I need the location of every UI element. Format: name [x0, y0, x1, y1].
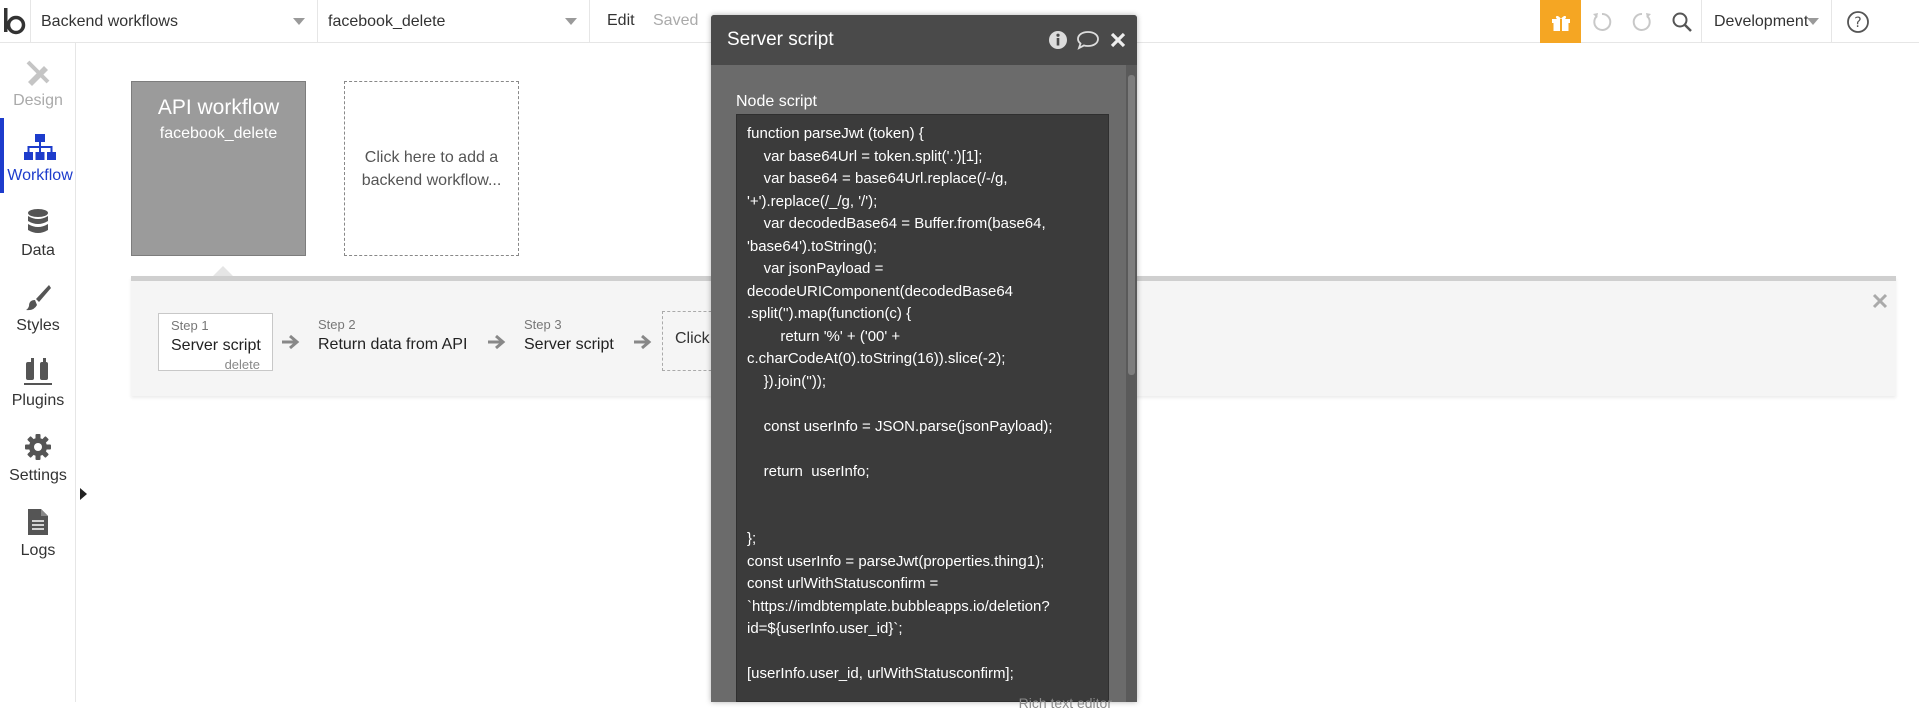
chevron-down-icon [565, 18, 577, 25]
add-backend-workflow[interactable]: Click here to add a backend workflow... [344, 81, 519, 256]
nav-label: Styles [16, 317, 60, 334]
gift-icon [1551, 15, 1570, 31]
scrollbar-thumb[interactable] [1128, 75, 1135, 375]
page-dropdown[interactable]: Backend workflows [30, 0, 318, 43]
svg-text:?: ? [1854, 15, 1861, 31]
nav-styles[interactable]: Styles [0, 268, 76, 343]
database-icon [28, 209, 48, 233]
nav-logs[interactable]: Logs [0, 493, 76, 568]
dialog-scrollbar[interactable] [1126, 65, 1137, 702]
close-icon[interactable] [1110, 32, 1126, 48]
expand-arrow-icon[interactable] [80, 488, 87, 500]
step-number: Step 2 [318, 317, 356, 332]
workflow-dropdown-value: facebook_delete [328, 12, 446, 30]
step-number: Step 3 [524, 317, 562, 332]
step-label: Server script [171, 337, 261, 354]
arrow-right-icon [282, 334, 300, 350]
edit-menu[interactable]: Edit [607, 12, 635, 30]
nav-plugins[interactable]: Plugins [0, 343, 76, 418]
design-icon [26, 60, 50, 86]
workflow-icon [24, 134, 56, 160]
chevron-down-icon [1807, 18, 1819, 25]
brush-icon [26, 285, 51, 311]
undo-icon[interactable] [1590, 10, 1614, 34]
left-navigation: Design Workflow Data Styles Plugins Sett… [0, 43, 76, 702]
api-workflow-card[interactable]: API workflow facebook_delete [131, 81, 306, 256]
step-label: Server script [524, 336, 614, 353]
nav-label: Settings [9, 467, 67, 484]
server-script-dialog: Server script Node script function parse… [711, 15, 1137, 711]
environment-value: Development [1714, 12, 1809, 30]
bubble-logo-icon[interactable] [0, 4, 30, 40]
page-dropdown-value: Backend workflows [41, 12, 178, 30]
nav-design[interactable]: Design [0, 43, 76, 118]
nav-label: Plugins [11, 392, 65, 409]
nav-settings[interactable]: Settings [0, 418, 76, 493]
gift-button[interactable] [1540, 0, 1581, 43]
panel-pointer [213, 266, 233, 276]
arrow-right-icon [488, 334, 506, 350]
document-icon [28, 509, 48, 535]
dialog-header: Server script [711, 15, 1137, 65]
chevron-down-icon [293, 18, 305, 25]
nav-label: Data [21, 242, 55, 259]
saved-status: Saved [653, 12, 699, 29]
nav-label: Workflow [7, 167, 73, 184]
api-workflow-title: API workflow [157, 96, 280, 119]
step-2[interactable]: Step 2 Return data from API [306, 313, 481, 371]
add-backend-workflow-label: Click here to add a backend workflow... [361, 148, 502, 189]
step-label: Return data from API [318, 336, 468, 353]
gear-icon [25, 434, 51, 460]
add-step-label: Click [675, 330, 710, 347]
workflow-dropdown[interactable]: facebook_delete [318, 0, 590, 43]
info-icon[interactable] [1048, 30, 1068, 50]
node-script-editor[interactable]: function parseJwt (token) { var base64Ur… [736, 114, 1109, 702]
nav-label: Design [13, 92, 63, 109]
environment-dropdown[interactable]: Development [1702, 0, 1832, 43]
nav-data[interactable]: Data [0, 193, 76, 268]
help-icon[interactable]: ? [1846, 10, 1870, 34]
step-3[interactable]: Step 3 Server script [512, 313, 627, 371]
redo-icon[interactable] [1630, 10, 1654, 34]
dialog-title: Server script [727, 29, 834, 50]
nav-label: Logs [20, 542, 56, 559]
step-1[interactable]: Step 1 Server script delete [158, 313, 273, 372]
plug-icon [24, 358, 52, 385]
search-icon[interactable] [1670, 10, 1694, 34]
api-workflow-name: facebook_delete [159, 125, 278, 142]
rich-text-editor-link[interactable]: Rich text editor [1019, 695, 1112, 711]
nav-workflow[interactable]: Workflow [0, 118, 76, 193]
comment-icon[interactable] [1076, 30, 1100, 50]
step-subtitle: delete [224, 357, 260, 372]
close-icon[interactable] [1872, 293, 1888, 309]
step-number: Step 1 [171, 318, 209, 333]
node-script-label: Node script [736, 93, 817, 110]
arrow-right-icon [634, 334, 652, 350]
